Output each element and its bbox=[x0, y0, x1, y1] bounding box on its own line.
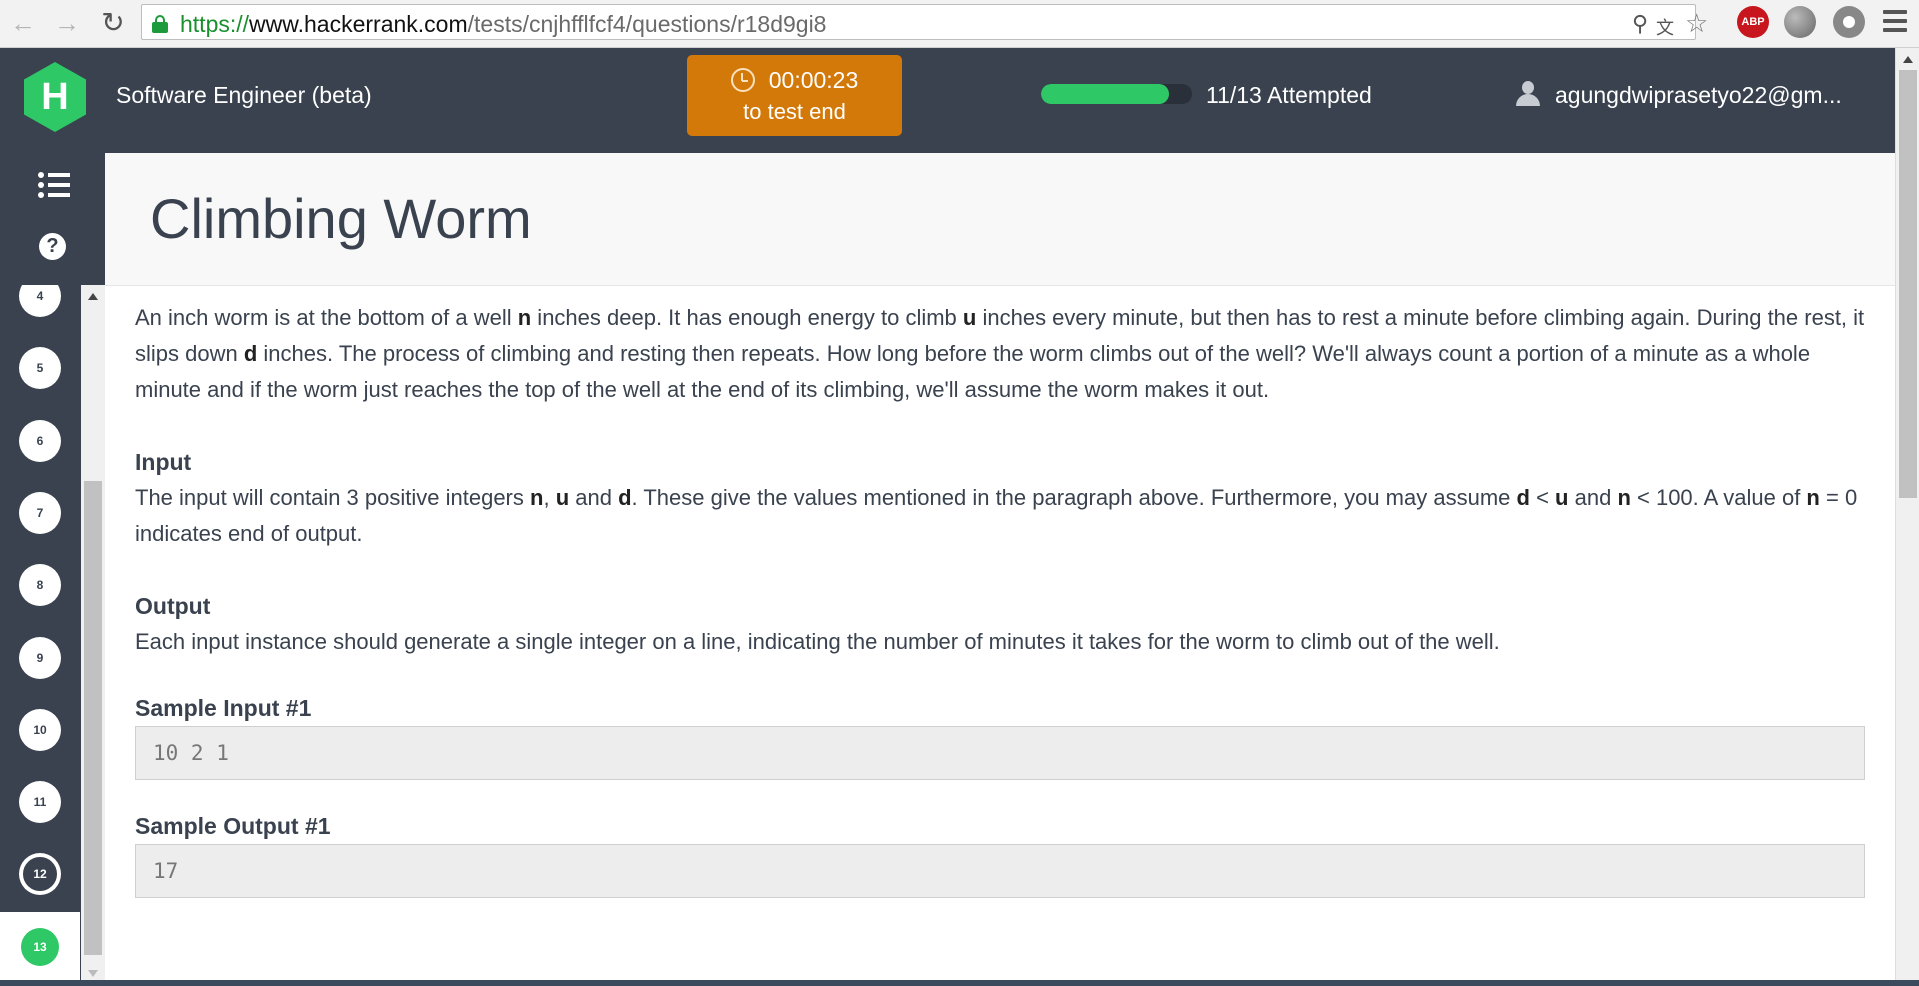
user-icon[interactable] bbox=[1515, 81, 1541, 107]
browser-menu-icon[interactable] bbox=[1883, 10, 1907, 37]
lock-icon bbox=[152, 15, 168, 33]
eye-extension-icon[interactable] bbox=[1833, 6, 1865, 38]
input-heading: Input bbox=[135, 449, 192, 475]
question-nav-item-11[interactable]: 11 bbox=[21, 783, 59, 822]
adblock-icon[interactable]: ABP bbox=[1737, 6, 1769, 38]
help-icon[interactable]: ? bbox=[39, 233, 66, 260]
back-arrow-icon[interactable]: ← bbox=[8, 8, 38, 38]
question-list-icon[interactable] bbox=[38, 172, 70, 203]
address-bar[interactable]: https://www.hackerrank.com/tests/cnjhffl… bbox=[141, 4, 1708, 40]
page-scroll-thumb[interactable] bbox=[1899, 70, 1917, 498]
attempted-count: 11/13 Attempted bbox=[1206, 82, 1372, 108]
hackerrank-logo[interactable]: H bbox=[24, 62, 86, 132]
output-heading: Output bbox=[135, 593, 211, 619]
sample-output-box: 17 bbox=[135, 844, 1865, 898]
progress-fill bbox=[1041, 84, 1169, 104]
question-nav-item-13[interactable]: 13 bbox=[21, 927, 59, 966]
question-nav-item-7[interactable]: 7 bbox=[21, 493, 59, 532]
clock-icon bbox=[730, 68, 755, 92]
question-nav-item-8[interactable]: 8 bbox=[21, 566, 59, 605]
question-body: An inch worm is at the bottom of a well … bbox=[135, 300, 1865, 898]
page-scroll-up-arrow-icon[interactable] bbox=[1903, 56, 1913, 63]
test-name: Software Engineer (beta) bbox=[116, 82, 372, 108]
key-icon[interactable]: ⚲ bbox=[1632, 11, 1648, 37]
sample-input-heading: Sample Input #1 bbox=[135, 695, 312, 721]
scroll-thumb[interactable] bbox=[84, 481, 102, 955]
url-text: https://www.hackerrank.com/tests/cnjhffl… bbox=[180, 11, 827, 37]
scroll-up-arrow-icon[interactable] bbox=[88, 293, 98, 300]
svg-text:H: H bbox=[41, 76, 68, 118]
question-title-band: Climbing Worm bbox=[105, 153, 1895, 286]
test-header: H Software Engineer (beta) 00:00:23 to t… bbox=[0, 48, 1895, 153]
problem-statement: An inch worm is at the bottom of a well … bbox=[135, 305, 1865, 402]
timer-caption: to test end bbox=[743, 99, 846, 124]
browser-toolbar: ← → ↻ https://www.hackerrank.com/tests/c… bbox=[0, 0, 1919, 48]
question-nav-item-9[interactable]: 9 bbox=[21, 638, 59, 677]
page-title: Climbing Worm bbox=[150, 187, 532, 250]
sample-input-box: 10 2 1 bbox=[135, 726, 1865, 780]
forward-arrow-icon[interactable]: → bbox=[52, 8, 82, 38]
user-email[interactable]: agungdwiprasetyo22@gm... bbox=[1555, 82, 1842, 109]
test-timer: 00:00:23 to test end bbox=[687, 55, 902, 136]
question-navigator: 4 5 6 7 8 9 10 11 12 13 bbox=[0, 285, 80, 985]
globe-extension-icon[interactable] bbox=[1784, 6, 1816, 38]
question-nav-scrollbar[interactable] bbox=[81, 285, 105, 985]
timer-value: 00:00:23 bbox=[768, 67, 859, 93]
question-sidebar: ? 4 5 6 7 8 9 10 11 12 13 bbox=[0, 153, 105, 986]
translate-icon[interactable]: 文 bbox=[1656, 14, 1674, 40]
output-description: Each input instance should generate a si… bbox=[135, 629, 1500, 654]
sample-output-heading: Sample Output #1 bbox=[135, 813, 331, 839]
bookmark-star-icon[interactable]: ☆ bbox=[1685, 8, 1708, 39]
page-scrollbar[interactable] bbox=[1895, 48, 1919, 986]
question-nav-item-10[interactable]: 10 bbox=[21, 710, 59, 749]
attempt-progress-bar bbox=[1041, 84, 1192, 104]
input-description: The input will contain 3 positive intege… bbox=[135, 485, 1858, 546]
taskbar-strip bbox=[0, 980, 1919, 986]
reload-icon[interactable]: ↻ bbox=[98, 8, 128, 38]
question-nav-item-6[interactable]: 6 bbox=[21, 421, 59, 460]
scroll-down-arrow-icon[interactable] bbox=[88, 970, 98, 977]
